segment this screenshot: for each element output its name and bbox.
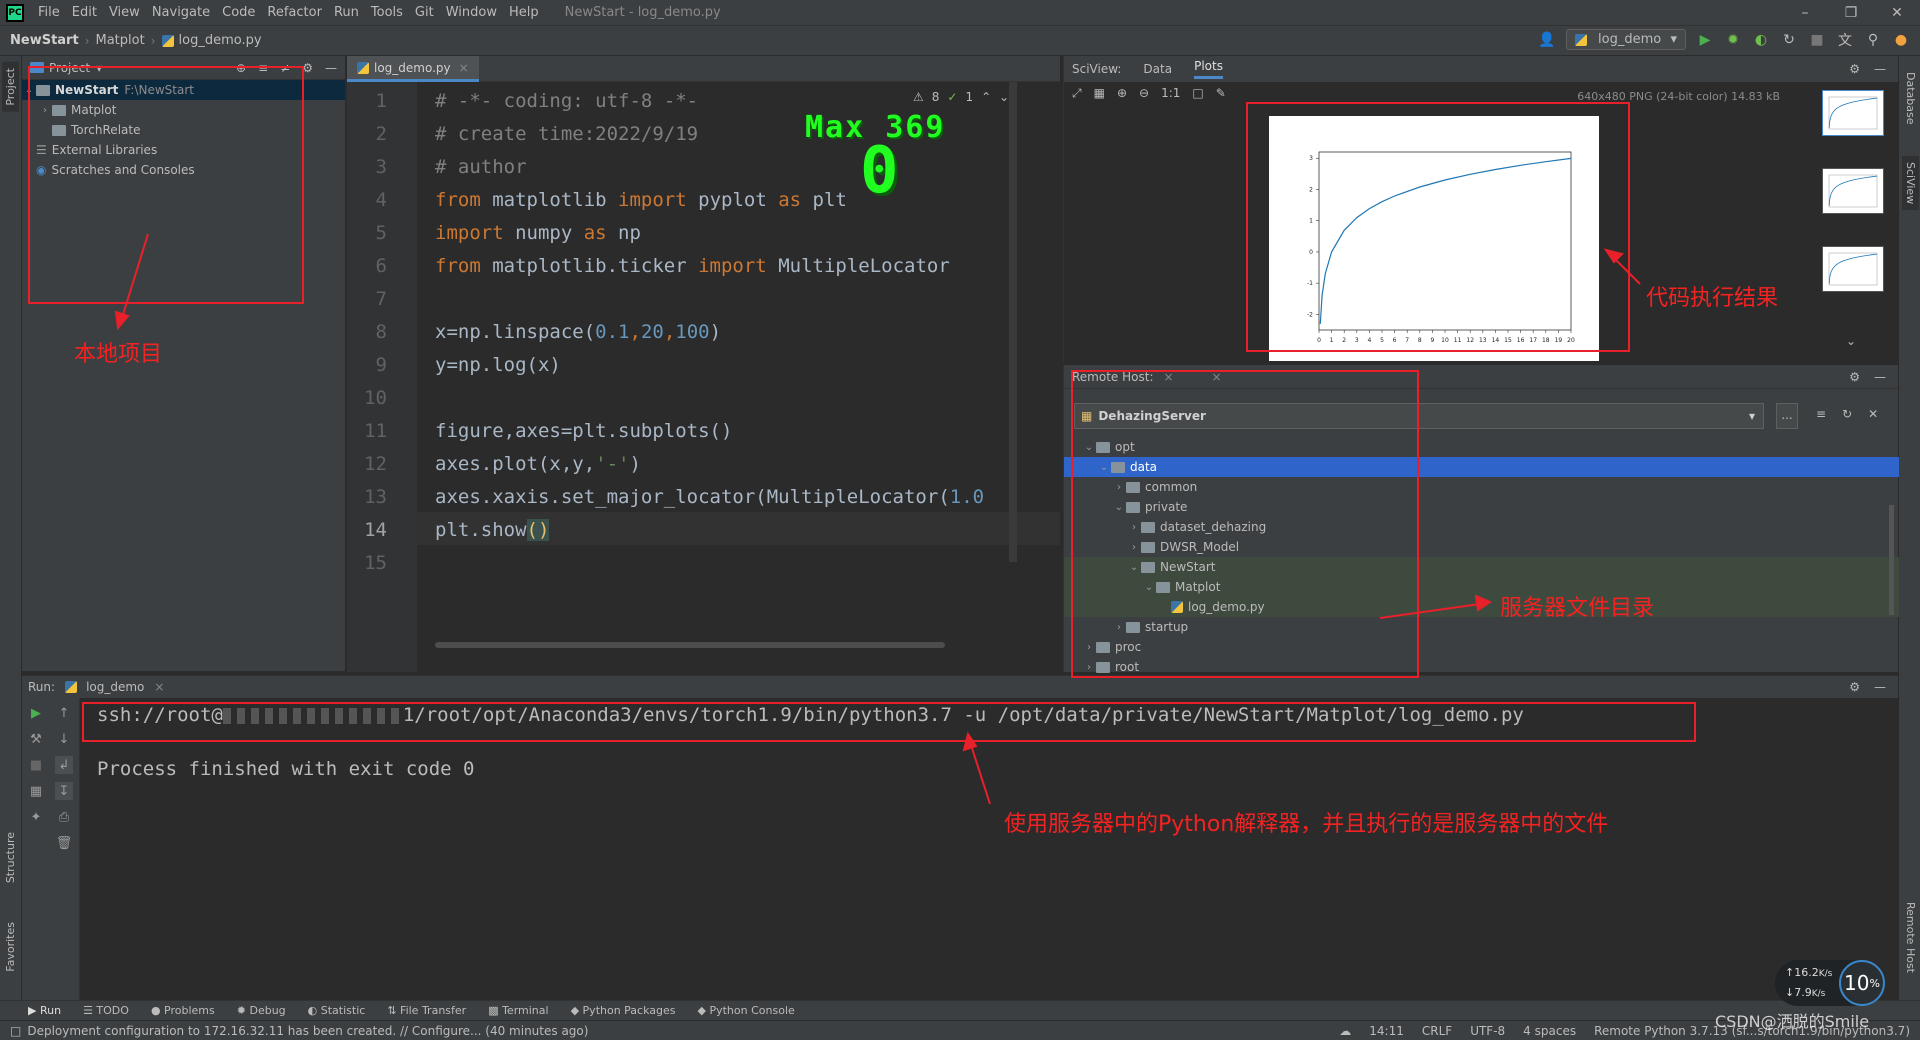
annotation-arrows [114,233,1641,805]
annotation-interpreter: 使用服务器中的Python解释器，并且执行的是服务器中的文件 [1004,812,1609,837]
watermark: CSDN@洒脱的Smile [1715,1012,1870,1031]
annotation-server-dir: 服务器文件目录 [1500,596,1655,621]
annotation-result: 代码执行结果 [1646,286,1779,311]
annotation-local-project: 本地项目 [74,342,163,367]
